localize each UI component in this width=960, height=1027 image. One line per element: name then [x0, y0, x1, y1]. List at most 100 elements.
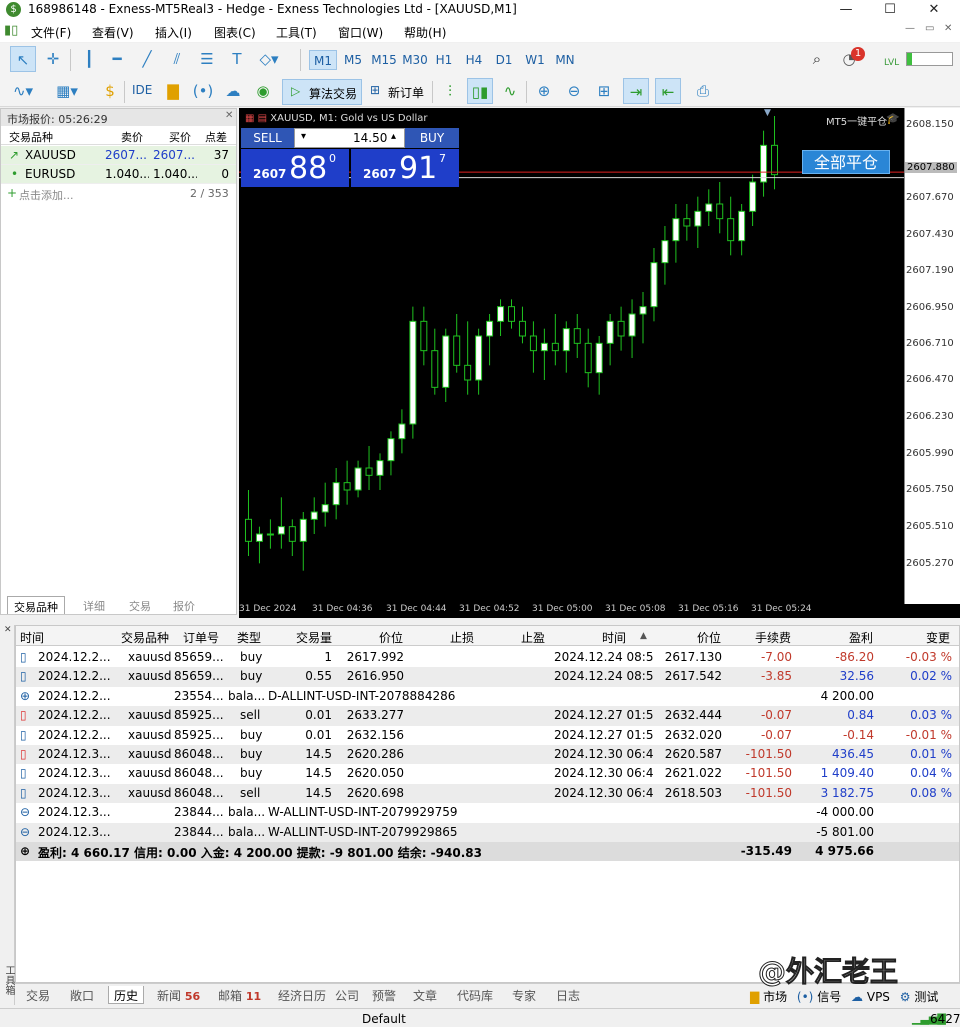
maximize-button[interactable]: ☐	[870, 0, 910, 20]
col-ticket[interactable]: 订单号	[183, 629, 219, 646]
chart-menu-icon[interactable]: ▮▯	[4, 23, 18, 38]
vps-icon[interactable]: ◉	[250, 78, 276, 104]
toolbox-tab[interactable]: 文章	[408, 986, 442, 1004]
toolbox-tab[interactable]: 新闻 56	[152, 986, 205, 1004]
timeframe-w1[interactable]: W1	[521, 50, 549, 70]
toolbox-tab[interactable]: 经济日历	[273, 986, 331, 1004]
col-commission[interactable]: 手续费	[755, 629, 791, 646]
timeframe-m5[interactable]: M5	[339, 50, 367, 70]
shapes-icon[interactable]: ◇▾	[256, 46, 282, 72]
signals-icon[interactable]: (•)	[190, 78, 216, 104]
volume-down-icon[interactable]: ▾	[301, 131, 306, 142]
menu-view[interactable]: 查看(V)	[92, 24, 134, 41]
timeframe-m15[interactable]: M15	[368, 50, 400, 70]
close-button[interactable]: ✕	[914, 0, 954, 20]
col-symbol[interactable]: 交易品种	[121, 629, 169, 646]
vps-link[interactable]: VPS	[867, 990, 890, 1004]
buy-price-box[interactable]: 2607 91 7	[351, 149, 459, 187]
sell-price-box[interactable]: 2607 88 0	[241, 149, 349, 187]
table-row[interactable]: ⊖ 2024.12.3... 23844... bala... W-ALLINT-USD…	[16, 803, 959, 822]
tab-trading[interactable]: 交易	[123, 596, 157, 614]
tester-link[interactable]: 测试	[914, 990, 938, 1004]
col-change[interactable]: 变更	[926, 629, 950, 646]
toolbox-tab[interactable]: 代码库	[452, 986, 498, 1004]
screenshot-icon[interactable]: ⎙	[690, 78, 716, 104]
chart-shift-icon[interactable]: ⇤	[655, 78, 681, 104]
col-bid[interactable]: 卖价	[121, 129, 143, 145]
buy-button[interactable]: BUY	[405, 128, 459, 148]
table-row[interactable]: ▯ 2024.12.2... xauusd 85659... buy 0.55 2616.9…	[16, 667, 959, 687]
channel-icon[interactable]: ⫽	[164, 46, 190, 72]
text-icon[interactable]: T	[224, 46, 250, 72]
zoom-in-icon[interactable]: ⊕	[531, 78, 557, 104]
shop-icon[interactable]: ▇	[160, 78, 186, 104]
menu-window[interactable]: 窗口(W)	[338, 24, 383, 41]
col-spread[interactable]: 点差	[205, 129, 227, 145]
menu-file[interactable]: 文件(F)	[31, 24, 71, 41]
sell-button[interactable]: SELL	[241, 128, 294, 148]
trendline-icon[interactable]: ╱	[134, 46, 160, 72]
add-symbol-link[interactable]: 点击添加...	[19, 187, 74, 203]
table-row[interactable]: ▯ 2024.12.2... xauusd 85659... buy 1 2617.992 2…	[16, 648, 959, 667]
toolbox-close-icon[interactable]: ✕	[4, 625, 12, 635]
crosshair-icon[interactable]: ✛	[40, 46, 66, 72]
col-profit[interactable]: 盈利	[849, 629, 873, 646]
timeframe-mn[interactable]: MN	[551, 50, 579, 70]
toolbox-tab[interactable]: 敞口	[65, 986, 99, 1004]
timeframe-m30[interactable]: M30	[399, 50, 431, 70]
new-order-button[interactable]: ⊞ 新订单	[368, 79, 430, 105]
table-row[interactable]: ⊕ 2024.12.2... 23554... bala... D-ALLINT-USD…	[16, 687, 959, 706]
table-row[interactable]: ▯ 2024.12.3... xauusd 86048... sell 14.5 2620.…	[16, 783, 959, 804]
toolbox-tab[interactable]: 交易	[21, 986, 55, 1004]
cursor-icon[interactable]: ↖	[10, 46, 36, 72]
chart-type-icon[interactable]: ∿▾	[10, 78, 36, 104]
fibonacci-icon[interactable]: ☰	[194, 46, 220, 72]
tab-ticks[interactable]: 报价	[167, 596, 201, 614]
col-symbol[interactable]: 交易品种	[9, 129, 53, 145]
shift-marker-icon[interactable]: ▼	[764, 108, 771, 118]
market-icon[interactable]: $	[97, 78, 123, 104]
grid-icon[interactable]: ⊞	[591, 78, 617, 104]
col-price[interactable]: 价位	[379, 629, 403, 646]
candles-icon[interactable]: ▯▮	[467, 78, 493, 104]
price-axis[interactable]: 2608.150 2607.880 2607.670 2607.430 2607.190…	[904, 108, 960, 605]
col-type[interactable]: 类型	[237, 629, 261, 646]
minimize-button[interactable]: —	[826, 0, 866, 20]
col-close-time[interactable]: 时间	[602, 629, 626, 646]
vertical-line-icon[interactable]: ┃	[76, 46, 102, 72]
menu-tools[interactable]: 工具(T)	[276, 24, 317, 41]
panel-close-icon[interactable]: ✕	[225, 110, 233, 121]
col-time[interactable]: 时间	[20, 629, 44, 646]
algo-trading-button[interactable]: ▷ 算法交易	[282, 79, 362, 105]
menu-insert[interactable]: 插入(I)	[155, 24, 192, 41]
bar-chart-icon[interactable]: ⫶	[437, 78, 463, 104]
mdi-close-icon[interactable]: ✕	[944, 23, 952, 34]
menu-help[interactable]: 帮助(H)	[404, 24, 446, 41]
toolbox-tab[interactable]: 公司	[330, 986, 364, 1004]
toolbox-tab[interactable]: 专家	[507, 986, 541, 1004]
toolbox-tab[interactable]: 历史	[108, 986, 145, 1004]
table-row[interactable]: ▯ 2024.12.2... xauusd 85925... sell 0.01 2633.…	[16, 706, 959, 726]
col-sl[interactable]: 止损	[450, 629, 474, 646]
toolbox-tab[interactable]: 预警	[367, 986, 401, 1004]
table-row[interactable]: ▯ 2024.12.2... xauusd 85925... buy 0.01 2632.1…	[16, 726, 959, 745]
autoscroll-icon[interactable]: ⇥	[623, 78, 649, 104]
line-chart-icon[interactable]: ∿	[497, 78, 523, 104]
cloud-icon[interactable]: ☁	[220, 78, 246, 104]
tab-symbols[interactable]: 交易品种	[7, 596, 65, 614]
toolbox-tab[interactable]: 邮箱 11	[213, 986, 266, 1004]
ide-button[interactable]: IDE	[132, 83, 152, 97]
signals-link[interactable]: 信号	[817, 990, 841, 1004]
market-row-xauusd[interactable]: ↗ XAUUSD 2607.... 2607.... 37	[1, 146, 236, 165]
table-row[interactable]: ▯ 2024.12.3... xauusd 86048... buy 14.5 2620.2…	[16, 745, 959, 765]
col-volume[interactable]: 交易量	[296, 629, 332, 646]
close-all-button[interactable]: 全部平仓	[802, 150, 890, 174]
volume-field[interactable]: ▾ 14.50 ▴	[294, 128, 405, 148]
market-link[interactable]: 市场	[763, 990, 787, 1004]
mdi-restore-icon[interactable]: ▭	[925, 23, 934, 34]
col-tp[interactable]: 止盈	[521, 629, 545, 646]
col-close-price[interactable]: 价位	[697, 629, 721, 646]
timeframe-d1[interactable]: D1	[490, 50, 518, 70]
timeframe-h4[interactable]: H4	[460, 50, 488, 70]
chart-menu-icon[interactable]: ▦	[245, 113, 254, 124]
